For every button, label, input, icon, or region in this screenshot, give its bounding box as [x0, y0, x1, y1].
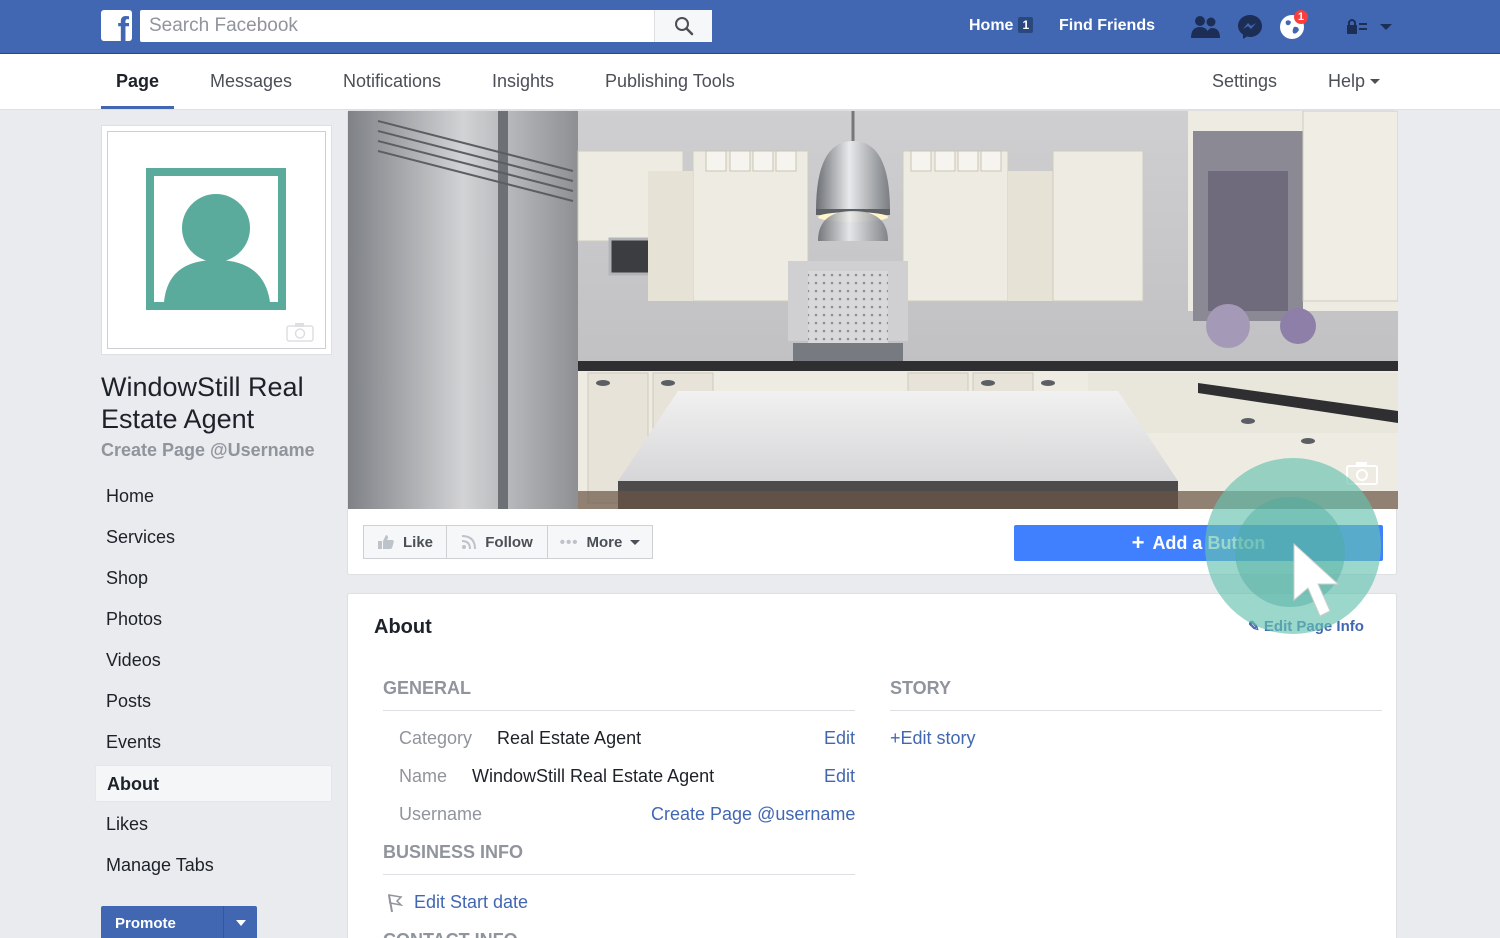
sidebar-item-events[interactable]: Events — [95, 724, 332, 761]
facebook-logo-icon[interactable]: f — [101, 10, 132, 41]
home-link[interactable]: Home 1 — [969, 17, 1034, 35]
sidebar-item-services[interactable]: Services — [95, 519, 332, 556]
default-avatar-icon — [146, 168, 286, 310]
like-label: Like — [402, 533, 433, 551]
general-heading: GENERAL — [383, 678, 472, 698]
more-label: More — [586, 533, 623, 551]
about-card: About ✎ Edit Page Info GENERAL STORY Cat… — [347, 593, 1397, 938]
promote-button[interactable]: Promote — [101, 906, 257, 938]
search-box — [140, 10, 712, 42]
find-friends-link[interactable]: Find Friends — [1059, 17, 1155, 35]
tab-publishing-tools[interactable]: Publishing Tools — [605, 54, 735, 109]
top-navbar: f Home1 Find Friends 1 — [0, 0, 1500, 54]
messenger-icon[interactable] — [1234, 12, 1266, 42]
more-caret-icon — [630, 539, 641, 545]
story-divider — [890, 710, 1382, 711]
tab-insights[interactable]: Insights — [492, 54, 554, 109]
tab-help[interactable]: Help — [1328, 54, 1381, 109]
edit-name-link[interactable]: Edit — [824, 766, 855, 787]
sidebar-item-shop[interactable]: Shop — [95, 560, 332, 597]
notifications-count-badge: 1 — [1293, 10, 1308, 24]
contact-info-heading: CONTACT INFO — [383, 930, 518, 938]
search-button[interactable] — [654, 10, 712, 42]
follow-button[interactable]: Follow — [446, 525, 548, 559]
page-tabs-bar: Page Messages Notifications Insights Pub… — [0, 54, 1500, 110]
sidebar-item-likes[interactable]: Likes — [95, 806, 332, 843]
flag-icon — [388, 894, 404, 913]
tab-settings[interactable]: Settings — [1212, 54, 1277, 109]
category-label: Category — [399, 728, 473, 748]
page-side-nav: Home Services Shop Photos Videos Posts E… — [95, 478, 332, 888]
edit-category-link[interactable]: Edit — [824, 728, 855, 749]
pointer-cursor-icon — [1293, 542, 1340, 617]
tab-notifications[interactable]: Notifications — [343, 54, 441, 109]
profile-picture-frame — [107, 131, 326, 349]
more-button[interactable]: ••• More — [547, 525, 653, 559]
account-menu-chevron-down-icon[interactable] — [1376, 12, 1396, 42]
edit-story-link[interactable]: +Edit story — [890, 728, 976, 749]
sidebar-item-manage-tabs[interactable]: Manage Tabs — [95, 847, 332, 884]
create-username-about-link[interactable]: Create Page @username — [651, 804, 855, 825]
about-title: About — [374, 616, 432, 638]
notifications-globe-icon[interactable]: 1 — [1276, 10, 1308, 42]
camera-icon[interactable] — [285, 321, 315, 343]
rss-follow-icon — [462, 535, 477, 550]
promote-label: Promote — [115, 915, 176, 932]
follow-label: Follow — [485, 533, 533, 551]
profile-picture[interactable] — [101, 125, 332, 355]
cover-photo[interactable] — [348, 111, 1398, 509]
sidebar-item-home[interactable]: Home — [95, 478, 332, 515]
like-button[interactable]: Like — [363, 525, 447, 559]
username-label: Username — [399, 804, 483, 824]
promote-chevron-down-icon[interactable] — [236, 920, 246, 926]
thumbs-up-icon — [377, 535, 394, 549]
privacy-shortcuts-icon[interactable] — [1344, 12, 1370, 42]
plus-icon: + — [1131, 530, 1145, 555]
sidebar-item-videos[interactable]: Videos — [95, 642, 332, 679]
create-username-link[interactable]: Create Page @Username — [101, 440, 315, 461]
page-name: WindowStill Real Estate Agent — [101, 372, 304, 434]
name-value: WindowStill Real Estate Agent — [472, 766, 715, 786]
home-badge: 1 — [1018, 17, 1034, 33]
ellipsis-icon: ••• — [559, 533, 579, 551]
help-caret-icon — [1370, 79, 1381, 84]
kitchen-cover-image — [348, 111, 1398, 509]
category-value: Real Estate Agent — [497, 728, 642, 748]
friend-requests-icon[interactable] — [1189, 12, 1221, 42]
business-info-divider — [383, 874, 855, 875]
search-input[interactable] — [140, 10, 654, 42]
name-label: Name — [399, 766, 448, 786]
sidebar-item-photos[interactable]: Photos — [95, 601, 332, 638]
tab-page[interactable]: Page — [101, 54, 175, 109]
general-divider — [383, 710, 855, 711]
sidebar-item-posts[interactable]: Posts — [95, 683, 332, 720]
story-heading: STORY — [890, 678, 952, 698]
tab-messages[interactable]: Messages — [210, 54, 292, 109]
sidebar-item-about[interactable]: About — [95, 765, 332, 802]
promote-divider — [223, 906, 224, 938]
search-icon — [674, 17, 693, 36]
business-info-heading: BUSINESS INFO — [383, 842, 524, 862]
edit-start-date-link[interactable]: Edit Start date — [414, 892, 528, 913]
